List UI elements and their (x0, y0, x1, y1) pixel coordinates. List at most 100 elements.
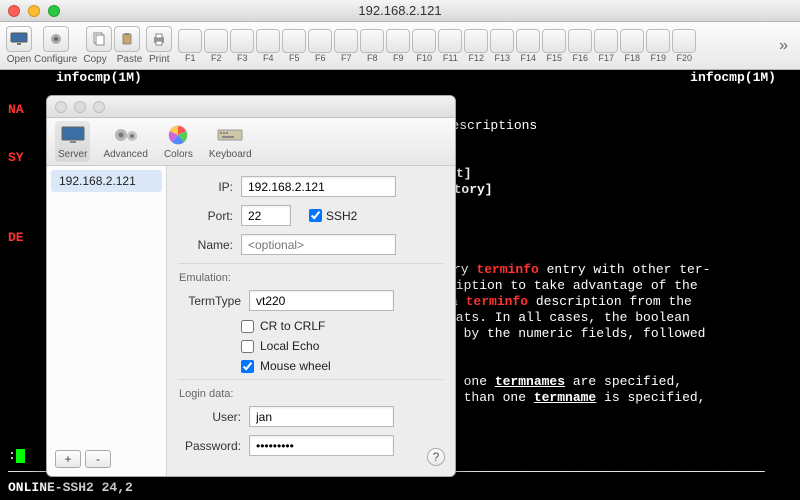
main-toolbar: Open Configure Copy Paste Prin (0, 22, 800, 70)
tab-keyboard-label: Keyboard (209, 149, 252, 160)
fkey-f20[interactable] (672, 29, 696, 53)
fkey-f17[interactable] (594, 29, 618, 53)
open-button[interactable] (6, 26, 32, 52)
minimize-icon[interactable] (28, 5, 40, 17)
user-label: User: (179, 410, 249, 424)
cursor (16, 449, 25, 463)
fkey-f4[interactable] (256, 29, 280, 53)
fkey-f15[interactable] (542, 29, 566, 53)
tab-server-label: Server (58, 149, 87, 160)
port-input[interactable] (241, 205, 291, 226)
fkey-f1[interactable] (178, 29, 202, 53)
fkey-f12[interactable] (464, 29, 488, 53)
close-icon[interactable] (55, 101, 67, 113)
fkey-f7[interactable] (334, 29, 358, 53)
fkey-label: F11 (443, 53, 458, 63)
ip-input[interactable] (241, 176, 396, 197)
tab-colors[interactable]: Colors (161, 121, 196, 162)
fkey-f14[interactable] (516, 29, 540, 53)
window-title: 192.168.2.121 (358, 3, 441, 18)
fkey-f3[interactable] (230, 29, 254, 53)
user-input[interactable] (249, 406, 394, 427)
desc-l3b: description from the (528, 294, 692, 309)
settings-titlebar[interactable] (47, 96, 455, 118)
remove-server-button[interactable]: - (85, 450, 111, 468)
help-button[interactable]: ? (427, 448, 445, 466)
password-input[interactable] (249, 435, 394, 456)
fkey-f5[interactable] (282, 29, 306, 53)
name-label: Name: (179, 238, 241, 252)
fkey-label: F4 (263, 53, 274, 63)
prompt-colon: : (8, 448, 16, 463)
mouse-checkbox[interactable] (241, 360, 254, 373)
gear-icon (48, 31, 64, 47)
minimize-icon[interactable] (74, 101, 86, 113)
fkey-label: F7 (341, 53, 352, 63)
desc-l8a: e than one (448, 390, 534, 405)
gears-icon (112, 126, 140, 144)
fkey-label: F9 (393, 53, 404, 63)
tab-advanced-label: Advanced (103, 149, 147, 160)
toolbar-overflow-icon[interactable]: » (773, 37, 794, 55)
termtype-input[interactable] (249, 290, 394, 311)
fkey-label: F16 (573, 53, 589, 63)
tab-keyboard[interactable]: Keyboard (206, 121, 255, 162)
printer-icon (151, 31, 167, 47)
ssh2-label: SSH2 (326, 209, 357, 223)
fkey-label: F8 (367, 53, 378, 63)
fkey-f11[interactable] (438, 29, 462, 53)
section-synopsis: SY (8, 150, 24, 165)
configure-button[interactable] (43, 26, 69, 52)
termname: termname (534, 390, 596, 405)
fkey-f10[interactable] (412, 29, 436, 53)
name-input[interactable] (241, 234, 396, 255)
close-icon[interactable] (8, 5, 20, 17)
echo-checkbox[interactable] (241, 340, 254, 353)
color-wheel-icon (168, 125, 188, 145)
fkey-f8[interactable] (360, 29, 384, 53)
desc-l1b: entry with other ter- (539, 262, 711, 277)
traffic-lights (8, 5, 60, 17)
fkey-label: F10 (417, 53, 433, 63)
desc-l5: d by the numeric fields, followed (448, 326, 705, 341)
termtype-label: TermType (179, 294, 249, 308)
settings-window: Server Advanced Colors Keyboard 192.16 (46, 95, 456, 477)
keyboard-icon (217, 127, 243, 143)
fkey-f6[interactable] (308, 29, 332, 53)
fkey-label: F17 (599, 53, 615, 63)
desc-l1a: ry (453, 262, 476, 277)
fkey-label: F2 (211, 53, 222, 63)
server-form: IP: Port: SSH2 Name: Emulation: TermType… (167, 166, 455, 476)
tab-server[interactable]: Server (55, 121, 90, 162)
function-keys: F1F2F3F4F5F6F7F8F9F10F11F12F13F14F15F16F… (178, 29, 696, 63)
fkey-f2[interactable] (204, 29, 228, 53)
fkey-label: F6 (315, 53, 326, 63)
fkey-f19[interactable] (646, 29, 670, 53)
configure-label: Configure (34, 54, 77, 65)
section-description: DE (8, 230, 24, 245)
emulation-section: Emulation: (179, 272, 443, 284)
server-list-item[interactable]: 192.168.2.121 (51, 170, 162, 192)
fkey-f13[interactable] (490, 29, 514, 53)
window-titlebar: 192.168.2.121 (0, 0, 800, 22)
fkey-f16[interactable] (568, 29, 592, 53)
login-section: Login data: (179, 388, 443, 400)
print-button[interactable] (146, 26, 172, 52)
ssh2-checkbox[interactable] (309, 209, 322, 222)
copy-button[interactable] (86, 26, 112, 52)
termnames: termnames (495, 374, 565, 389)
echo-label: Local Echo (260, 339, 319, 353)
add-server-button[interactable]: + (55, 450, 81, 468)
cr-checkbox[interactable] (241, 320, 254, 333)
zoom-icon[interactable] (48, 5, 60, 17)
fkey-label: F14 (521, 53, 537, 63)
paste-button[interactable] (114, 26, 140, 52)
fkey-f18[interactable] (620, 29, 644, 53)
zoom-icon[interactable] (93, 101, 105, 113)
tab-advanced[interactable]: Advanced (100, 121, 150, 162)
mouse-label: Mouse wheel (260, 359, 331, 373)
fkey-f9[interactable] (386, 29, 410, 53)
monitor-icon (61, 126, 85, 144)
fkey-label: F15 (547, 53, 563, 63)
open-label: Open (7, 54, 31, 65)
